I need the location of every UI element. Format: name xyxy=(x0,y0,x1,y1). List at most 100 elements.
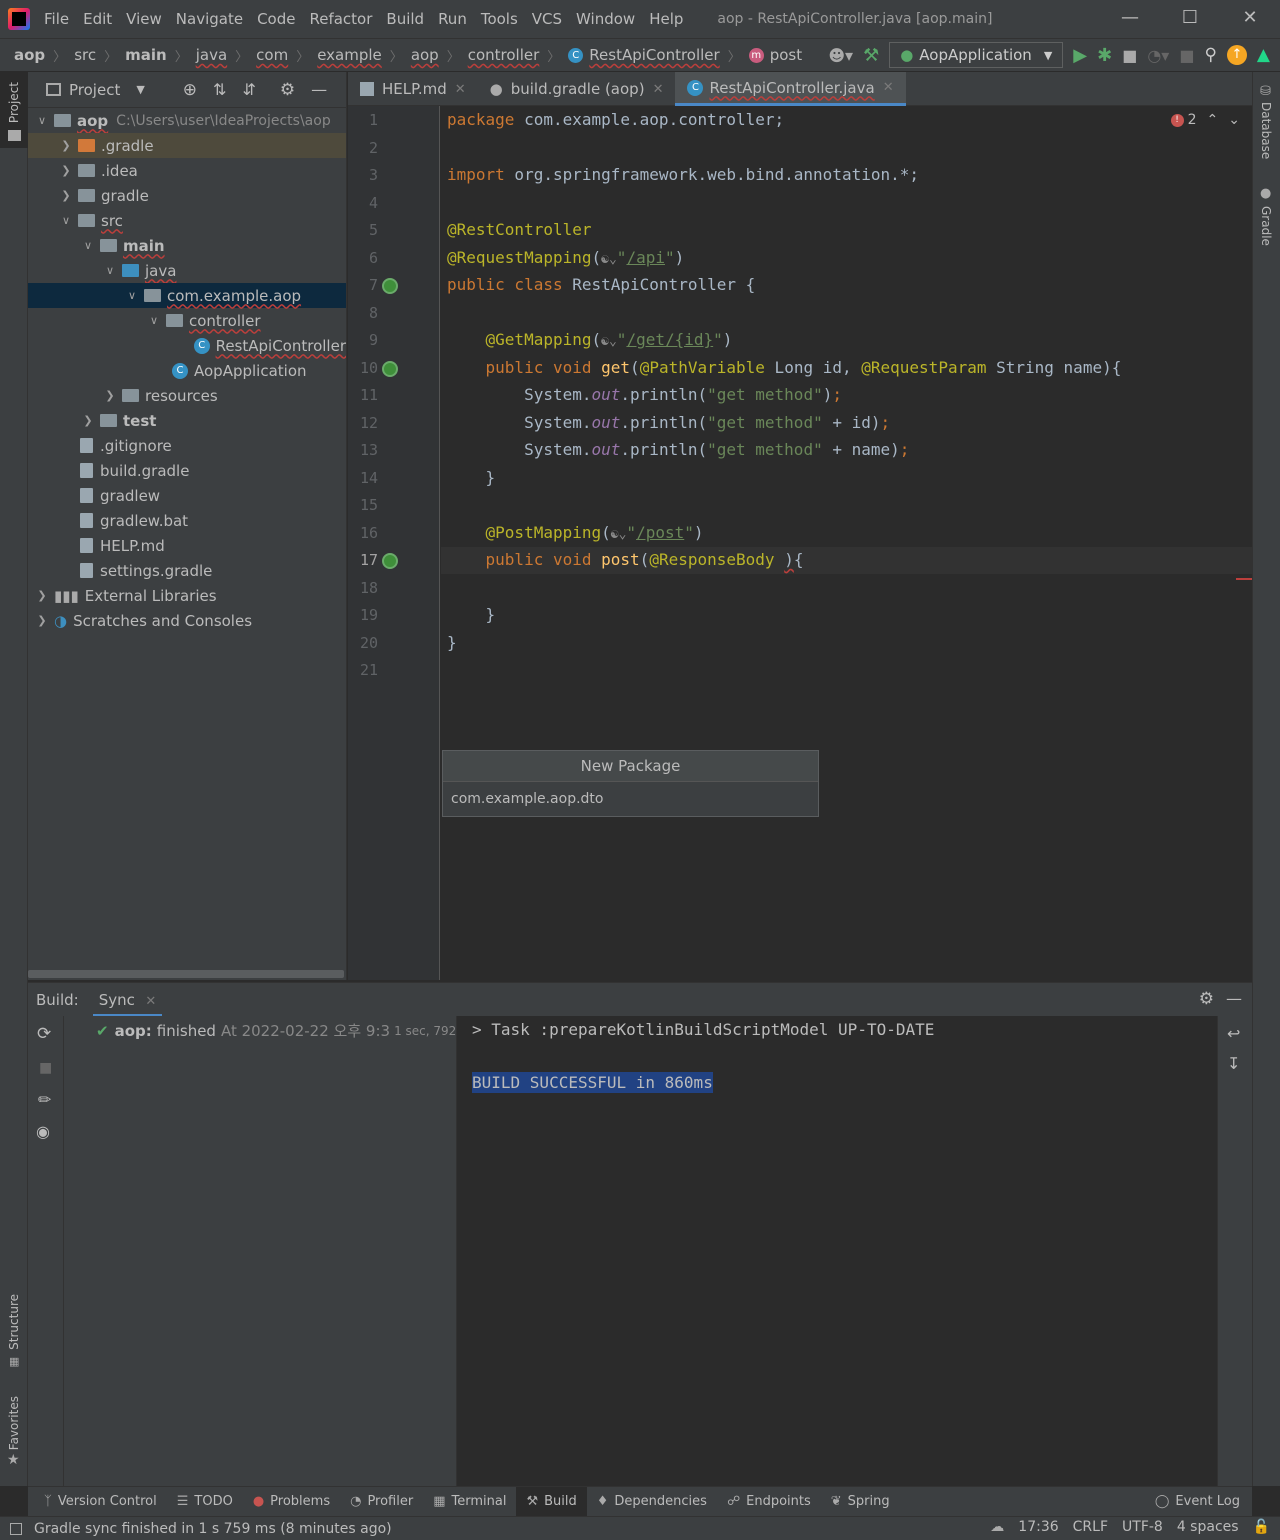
tool-endpoints[interactable]: ☍ Endpoints xyxy=(717,1487,821,1517)
tree-item-gitignore[interactable]: .gitignore xyxy=(28,433,346,458)
tree-item-external-libraries[interactable]: ❯ ▮▮▮ External Libraries xyxy=(28,583,346,608)
menu-code[interactable]: Code xyxy=(257,10,295,28)
chevron-right-icon[interactable]: ❯ xyxy=(58,189,74,202)
favorites-tool-tab[interactable]: Favorites xyxy=(7,1396,21,1450)
tree-root-aop[interactable]: ∨ aop C:\Users\user\IdeaProjects\aop xyxy=(28,108,346,133)
chevron-up-icon[interactable]: ⌃ xyxy=(1207,112,1219,128)
menu-view[interactable]: View xyxy=(126,10,162,28)
close-icon[interactable]: ✕ xyxy=(1220,0,1280,38)
chevron-down-icon[interactable]: ∨ xyxy=(58,214,74,227)
chevron-down-icon[interactable]: ∨ xyxy=(80,239,96,252)
menu-build[interactable]: Build xyxy=(386,10,424,28)
crumb-src[interactable]: src xyxy=(74,46,96,64)
search-icon[interactable]: ⚲ xyxy=(1204,45,1216,65)
tree-item-test[interactable]: ❯ test xyxy=(28,408,346,433)
chevron-right-icon[interactable]: ❯ xyxy=(102,389,118,402)
database-tool-tab[interactable]: Database xyxy=(1259,102,1273,159)
file-encoding[interactable]: UTF-8 xyxy=(1122,1519,1163,1535)
structure-tool-tab[interactable]: Structure xyxy=(7,1294,21,1350)
collapse-all-icon[interactable]: ⇵ xyxy=(242,80,255,99)
chevron-down-icon[interactable]: ∨ xyxy=(146,314,162,327)
tree-item-package-aop[interactable]: ∨ com.example.aop xyxy=(28,283,346,308)
minimize-icon[interactable]: — xyxy=(1100,0,1160,38)
coverage-icon[interactable]: ■ xyxy=(1122,46,1137,65)
layout-toggle-icon[interactable] xyxy=(10,1522,22,1535)
toolbox-icon[interactable]: ▲ xyxy=(1257,45,1270,65)
menu-vcs[interactable]: VCS xyxy=(532,10,562,28)
stop-icon[interactable]: ■ xyxy=(1179,46,1194,65)
crumb-example[interactable]: example xyxy=(317,46,382,64)
tree-item-controller[interactable]: ∨ controller xyxy=(28,308,346,333)
lock-icon[interactable]: 🔓 xyxy=(1253,1519,1270,1535)
chevron-down-icon[interactable]: ▼ xyxy=(136,83,144,96)
chevron-down-icon[interactable]: ⌄ xyxy=(1228,112,1240,128)
menu-file[interactable]: File xyxy=(44,10,69,28)
hammer-icon[interactable]: ⚒ xyxy=(863,45,879,66)
tree-item-dot-gradle[interactable]: ❯ .gradle xyxy=(28,133,346,158)
chevron-right-icon[interactable]: ❯ xyxy=(34,614,50,627)
run-config-select[interactable]: ● AopApplication ▼ xyxy=(889,42,1064,68)
error-stripe-marker[interactable] xyxy=(1236,578,1252,580)
project-view-title[interactable]: Project xyxy=(69,81,120,99)
crumb-com[interactable]: com xyxy=(256,46,288,64)
bean-gutter-icon[interactable] xyxy=(382,278,398,294)
tree-item-settings-gradle[interactable]: settings.gradle xyxy=(28,558,346,583)
tree-item-scratches[interactable]: ❯ ◑ Scratches and Consoles xyxy=(28,608,346,633)
locate-icon[interactable]: ⊕ xyxy=(183,80,197,100)
tree-item-main[interactable]: ∨ main xyxy=(28,233,346,258)
close-tab-icon[interactable]: ✕ xyxy=(455,82,466,97)
tree-item-src[interactable]: ∨ src xyxy=(28,208,346,233)
chevron-down-icon[interactable]: ∨ xyxy=(124,289,140,302)
tool-spring[interactable]: ❦ Spring xyxy=(821,1487,900,1517)
chevron-down-icon[interactable]: ∨ xyxy=(34,114,50,127)
update-icon[interactable]: ↑ xyxy=(1226,45,1247,65)
tool-problems[interactable]: ● Problems xyxy=(243,1487,340,1517)
tree-item-resources[interactable]: ❯ resources xyxy=(28,383,346,408)
status-message[interactable]: Gradle sync finished in 1 s 759 ms (8 mi… xyxy=(34,1521,392,1537)
tree-item-restapicontroller[interactable]: C RestApiController xyxy=(28,333,346,358)
tree-item-gradlew-bat[interactable]: gradlew.bat xyxy=(28,508,346,533)
build-task-row[interactable]: ✔ aop: finished At 2022-02-22 오후 9:3 1 s… xyxy=(96,1020,478,1041)
sync-status-icon[interactable]: ☁ xyxy=(990,1519,1004,1535)
tool-version-control[interactable]: ᛉ Version Control xyxy=(34,1487,167,1517)
crumb-controller[interactable]: controller xyxy=(468,46,540,64)
crumb-class[interactable]: RestApiController xyxy=(589,46,719,64)
chevron-down-icon[interactable]: ∨ xyxy=(102,264,118,277)
indent-setting[interactable]: 4 spaces xyxy=(1177,1519,1239,1535)
line-separator[interactable]: CRLF xyxy=(1073,1519,1108,1535)
endpoint-gutter-icon[interactable] xyxy=(382,553,398,569)
tool-todo[interactable]: ☰ TODO xyxy=(167,1487,243,1517)
inspection-widget[interactable]: ! 2 ⌃ ⌄ xyxy=(1170,112,1240,128)
caret-position[interactable]: 17:36 xyxy=(1018,1519,1058,1535)
gear-icon[interactable]: ⚙ xyxy=(1199,989,1214,1009)
menu-refactor[interactable]: Refactor xyxy=(309,10,372,28)
crumb-main[interactable]: main xyxy=(125,46,167,64)
stop-icon[interactable]: ■ xyxy=(39,1060,52,1076)
tool-terminal[interactable]: ▦ Terminal xyxy=(423,1487,516,1517)
package-name-input[interactable]: com.example.aop.dto xyxy=(443,782,818,816)
code-editor[interactable]: 1 2 3 4 5 6 7 8 9 10 11 12 13 14 15 16 1… xyxy=(348,106,1252,980)
chevron-right-icon[interactable]: ❯ xyxy=(34,589,50,602)
tool-event-log[interactable]: ◯ Event Log xyxy=(1145,1487,1250,1517)
tree-item-idea[interactable]: ❯ .idea xyxy=(28,158,346,183)
run-icon[interactable]: ▶ xyxy=(1073,45,1087,66)
close-tab-icon[interactable]: ✕ xyxy=(883,80,894,95)
project-tool-tab[interactable]: Project xyxy=(7,82,21,123)
crumb-aop[interactable]: aop xyxy=(14,46,45,64)
menu-help[interactable]: Help xyxy=(649,10,683,28)
scroll-to-end-icon[interactable]: ↧ xyxy=(1227,1054,1240,1073)
crumb-java[interactable]: java xyxy=(196,46,227,64)
tree-item-build-gradle[interactable]: build.gradle xyxy=(28,458,346,483)
menu-tools[interactable]: Tools xyxy=(481,10,518,28)
tool-build[interactable]: ⚒ Build xyxy=(516,1486,587,1517)
chevron-right-icon[interactable]: ❯ xyxy=(58,139,74,152)
tab-help-md[interactable]: HELP.md ✕ xyxy=(348,72,478,106)
refresh-icon[interactable]: ⟳ xyxy=(37,1024,51,1044)
chevron-right-icon[interactable]: ❯ xyxy=(80,414,96,427)
expand-all-icon[interactable]: ⇅ xyxy=(213,80,226,99)
endpoint-gutter-icon[interactable] xyxy=(382,361,398,377)
tool-profiler[interactable]: ◔ Profiler xyxy=(340,1487,423,1517)
tool-dependencies[interactable]: ♦ Dependencies xyxy=(587,1487,717,1517)
menu-run[interactable]: Run xyxy=(438,10,467,28)
hide-icon[interactable]: — xyxy=(1226,989,1242,1008)
